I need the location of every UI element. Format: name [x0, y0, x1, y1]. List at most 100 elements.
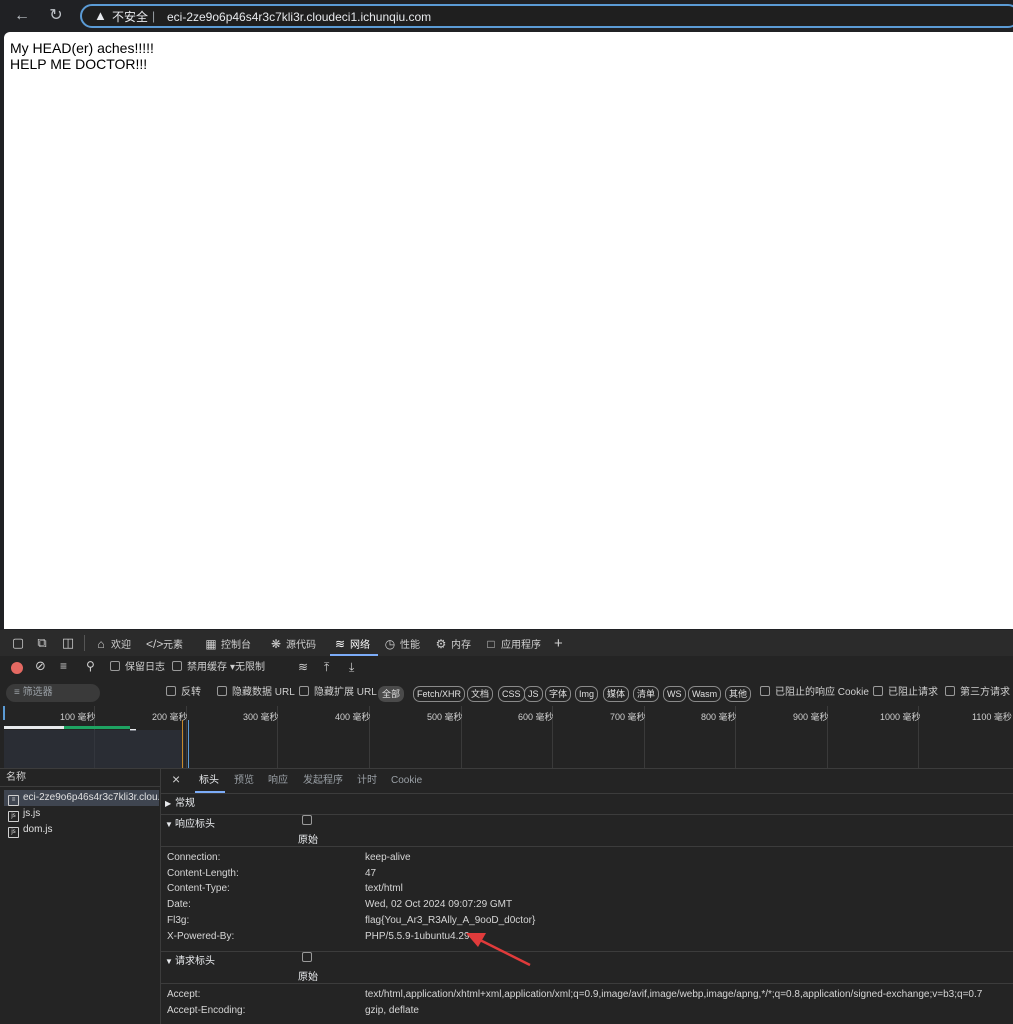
request-row-document[interactable]: ≡ eci-2ze9o6p46s4r3c7kli3r.clou...: [4, 790, 159, 806]
checkbox-icon: [945, 686, 955, 696]
back-arrow-icon[interactable]: ←: [12, 6, 32, 26]
timeline-tick: 600 毫秒: [518, 712, 554, 722]
reload-icon[interactable]: ↻: [46, 6, 66, 26]
tab-elements[interactable]: </>元素: [146, 635, 183, 653]
header-name: Connection:: [167, 852, 221, 863]
filter-type-doc[interactable]: 文档: [467, 686, 494, 702]
request-bar: [64, 726, 130, 729]
filter-type-manifest[interactable]: 清单: [633, 686, 660, 702]
url-separator: |: [152, 9, 156, 23]
header-value: 47: [365, 868, 377, 879]
network-conditions-icon[interactable]: ≋: [298, 659, 308, 675]
page-viewport: My HEAD(er) aches!!!!! HELP ME DOCTOR!!!: [4, 32, 1013, 629]
page-text-line-2: HELP ME DOCTOR!!!: [10, 56, 148, 72]
filter-input[interactable]: ≡ 筛选器: [6, 684, 100, 702]
timeline-tick: 500 毫秒: [427, 712, 463, 722]
tab-cookie[interactable]: Cookie: [391, 774, 422, 788]
disable-cache-checkbox[interactable]: 禁用缓存: [172, 660, 227, 676]
tab-welcome[interactable]: ⌂ 欢迎: [94, 635, 131, 653]
filter-type-img[interactable]: Img: [575, 686, 599, 702]
tab-performance[interactable]: ◷ 性能: [383, 635, 420, 653]
header-name: Accept-Encoding:: [167, 1005, 246, 1016]
section-request-headers[interactable]: ▼ 请求标头: [161, 955, 1013, 969]
name-column-header[interactable]: 名称: [0, 769, 160, 787]
header-value: Wed, 02 Oct 2024 09:07:29 GMT: [365, 899, 513, 910]
bug-icon: ❋: [270, 637, 282, 651]
tab-application[interactable]: □ 应用程序: [484, 635, 541, 653]
close-icon[interactable]: ×: [172, 772, 180, 786]
filter-type-ws[interactable]: WS: [663, 686, 686, 702]
third-party-checkbox[interactable]: 第三方请求: [945, 686, 1010, 700]
filter-type-css[interactable]: CSS: [498, 686, 525, 702]
filter-type-other[interactable]: 其他: [725, 686, 752, 702]
checkbox-icon: [172, 661, 182, 671]
network-toolbar: ⊘ ≡ ⚲ 保留日志 禁用缓存 ▾无限制 ≋ ⤒ ⤓: [0, 656, 1013, 681]
request-row-js[interactable]: js js.js: [4, 806, 159, 822]
blocked-cookies-checkbox[interactable]: 已阻止的响应 Cookie: [760, 686, 869, 700]
filter-type-wasm[interactable]: Wasm: [688, 686, 722, 702]
header-value: PHP/5.5.9-1ubuntu4.29: [365, 931, 470, 942]
console-icon: ▦: [205, 637, 217, 651]
section-response-headers[interactable]: ▼ 响应标头: [161, 818, 1013, 832]
collapse-triangle-icon: ▼: [165, 957, 173, 966]
tab-preview[interactable]: 预览: [234, 774, 254, 788]
export-har-icon[interactable]: ⤓: [349, 659, 354, 675]
tab-headers[interactable]: 标头: [199, 774, 219, 788]
throttling-select[interactable]: ▾无限制: [230, 660, 265, 676]
tab-initiator[interactable]: 发起程序: [303, 774, 343, 788]
filter-type-all[interactable]: 全部: [378, 686, 405, 702]
checkbox-icon: [217, 686, 227, 696]
record-stop-icon[interactable]: [11, 662, 23, 674]
search-icon[interactable]: ⚲: [86, 658, 95, 674]
section-general[interactable]: ▶ 常规: [161, 797, 1013, 811]
header-value: gzip, deflate: [365, 1005, 419, 1016]
tab-sources[interactable]: ❋ 源代码: [269, 635, 316, 653]
divider: [161, 951, 1013, 952]
inspect-element-icon[interactable]: ⧉: [34, 635, 50, 651]
browser-toolbar: ← ↻ ▲ 不安全 | eci-2ze9o6p46s4r3c7kli3r.clo…: [0, 0, 1013, 32]
tab-network[interactable]: ≋ 网络: [333, 635, 370, 653]
active-tab-indicator: [195, 791, 225, 793]
tab-console[interactable]: ▦ 控制台: [204, 635, 251, 653]
home-icon: ⌂: [97, 637, 105, 651]
filter-funnel-icon[interactable]: ≡: [60, 658, 67, 674]
filter-type-font[interactable]: 字体: [545, 686, 572, 702]
raw-checkbox[interactable]: [302, 952, 312, 962]
timeline-selection-handle[interactable]: [3, 706, 5, 720]
request-list: 名称 ≡ eci-2ze9o6p46s4r3c7kli3r.clou... js j…: [0, 769, 161, 1024]
code-icon: </>: [146, 637, 164, 651]
filter-type-fetch-xhr[interactable]: Fetch/XHR: [413, 686, 466, 702]
blocked-requests-checkbox[interactable]: 已阻止请求: [873, 686, 938, 700]
clear-icon[interactable]: ⊘: [35, 658, 46, 674]
hide-extension-urls-checkbox[interactable]: 隐藏扩展 URL: [299, 686, 377, 700]
dock-side-icon[interactable]: ◫: [60, 635, 76, 651]
preserve-log-checkbox[interactable]: 保留日志: [110, 660, 165, 676]
divider: [161, 983, 1013, 984]
filter-bar: ≡ 筛选器 反转 隐藏数据 URL 隐藏扩展 URL 全部 Fetch/XHR …: [0, 680, 1013, 707]
tab-response[interactable]: 响应: [268, 774, 288, 788]
header-name: Fl3g:: [167, 915, 190, 926]
timeline-selection-region: [4, 730, 184, 768]
header-name: Content-Length:: [167, 868, 239, 879]
header-value: keep-alive: [365, 852, 411, 863]
gauge-icon: ◷: [384, 637, 396, 651]
load-event-marker: [188, 720, 189, 768]
import-har-icon[interactable]: ⤒: [324, 659, 329, 675]
url-text[interactable]: eci-2ze9o6p46s4r3c7kli3r.cloudeci1.ichun…: [167, 9, 431, 25]
address-bar[interactable]: ▲ 不安全 | eci-2ze9o6p46s4r3c7kli3r.cloudec…: [80, 4, 1013, 28]
devtools-tab-strip: ▢ ⧉ ◫ ⌂ 欢迎 </>元素 ▦ 控制台 ❋ 源代码 ≋ 网络 ◷ 性能 ⚙ 内存 □ 应…: [0, 630, 1013, 657]
raw-checkbox[interactable]: [302, 815, 312, 825]
add-tab-plus-icon[interactable]: +: [554, 635, 563, 653]
network-timeline-overview[interactable]: 100 毫秒 200 毫秒 300 毫秒 400 毫秒 500 毫秒 600 毫…: [0, 706, 1013, 769]
hide-data-urls-checkbox[interactable]: 隐藏数据 URL: [217, 686, 295, 700]
checkbox-icon: [873, 686, 883, 696]
tab-memory[interactable]: ⚙ 内存: [434, 635, 471, 653]
request-row-dom-js[interactable]: js dom.js: [4, 822, 159, 838]
tab-divider: [84, 635, 85, 651]
device-emulation-icon[interactable]: ▢: [10, 635, 26, 651]
filter-type-media[interactable]: 媒体: [603, 686, 630, 702]
invert-checkbox[interactable]: 反转: [166, 686, 201, 700]
tab-timing[interactable]: 计时: [357, 774, 377, 788]
arrow-shaft: [473, 935, 531, 967]
filter-type-js[interactable]: JS: [524, 686, 543, 702]
